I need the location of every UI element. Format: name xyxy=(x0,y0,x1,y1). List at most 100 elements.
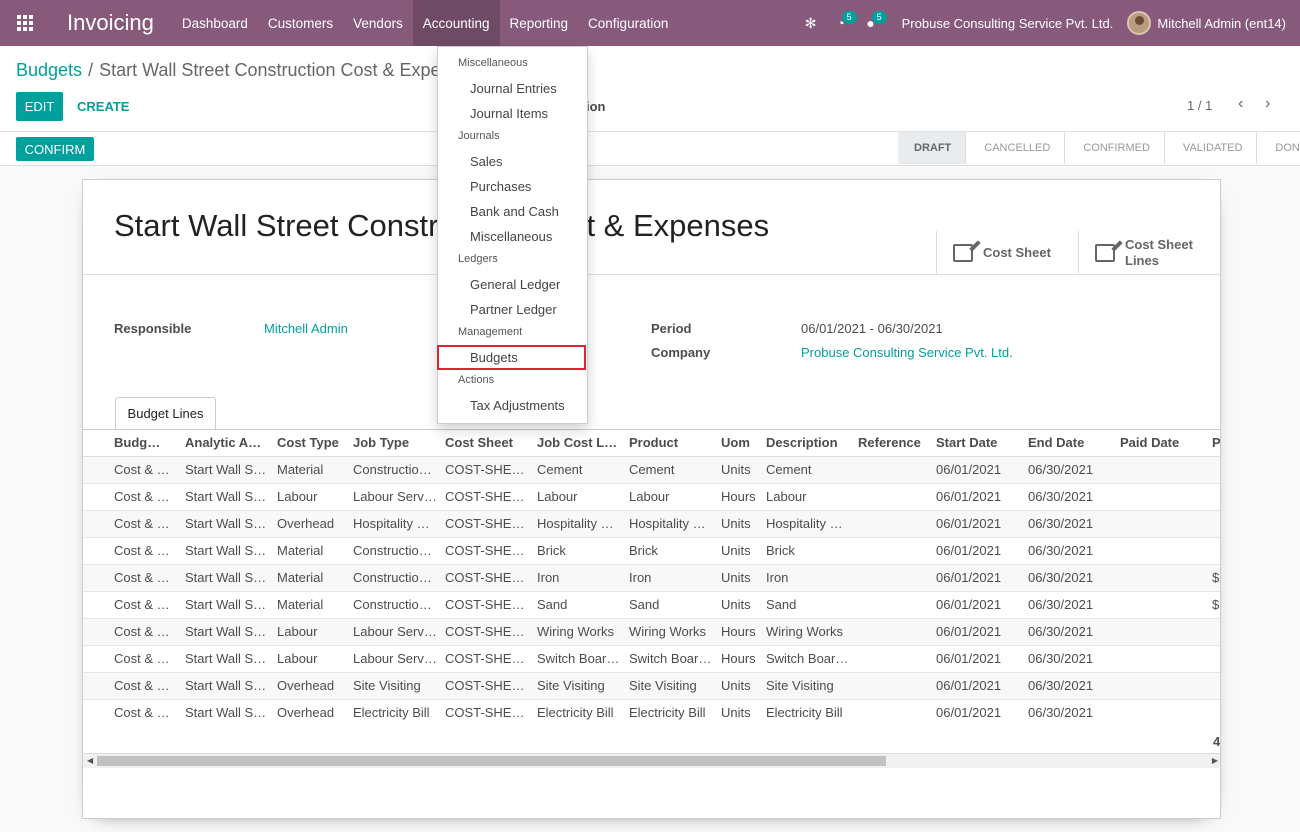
table-cell: Cost & … xyxy=(83,644,177,672)
dropdown-item-purchases[interactable]: Purchases xyxy=(470,179,531,194)
table-cell xyxy=(850,482,928,510)
cost-sheet-smart-button[interactable]: Cost Sheet xyxy=(936,231,1079,274)
table-cell: Labour xyxy=(621,482,713,510)
table-cell: Units xyxy=(713,563,758,591)
dropdown-item-journal-entries[interactable]: Journal Entries xyxy=(470,81,557,96)
table-cell xyxy=(850,509,928,537)
table-cell: Overhead xyxy=(269,509,345,537)
table-cell: Brick xyxy=(529,536,621,564)
apps-menu-icon[interactable] xyxy=(0,0,50,46)
column-header[interactable]: Reference xyxy=(850,430,928,457)
menu-vendors[interactable]: Vendors xyxy=(343,0,413,46)
company-label: Company xyxy=(651,345,711,360)
menu-customers[interactable]: Customers xyxy=(258,0,343,46)
table-row[interactable]: Cost & … Start Wall St… Labour Labour Servi… xyxy=(83,482,1220,510)
table-cell: Cost & … xyxy=(83,536,177,564)
status-validated[interactable]: VALIDATED xyxy=(1165,132,1258,164)
table-cell: Wiring Works xyxy=(621,617,713,645)
activities-clock-icon[interactable]: ◔ 5 xyxy=(826,0,857,46)
status-confirmed[interactable]: CONFIRMED xyxy=(1065,132,1165,164)
dropdown-item-miscellaneous[interactable]: Miscellaneous xyxy=(470,229,552,244)
dropdown-item-general-ledger[interactable]: General Ledger xyxy=(470,277,560,292)
dropdown-section-header: Miscellaneous xyxy=(458,57,528,69)
dropdown-item-journal-items[interactable]: Journal Items xyxy=(470,106,548,121)
table-cell: 06/30/2021 xyxy=(1020,671,1112,699)
column-header[interactable]: Cost Sheet xyxy=(437,430,529,457)
table-cell: Start Wall St… xyxy=(177,698,269,726)
tab-budget-lines[interactable]: Budget Lines xyxy=(115,397,216,430)
edit-button[interactable]: EDIT xyxy=(16,92,63,121)
column-header[interactable]: Product xyxy=(621,430,713,457)
table-cell: Site Visiting xyxy=(758,671,850,699)
dropdown-item-tax-adjustments[interactable]: Tax Adjustments xyxy=(470,398,565,413)
table-cell: Start Wall St… xyxy=(177,482,269,510)
table-cell: Brick xyxy=(758,536,850,564)
table-row[interactable]: Cost & … Start Wall St… Overhead Electricit… xyxy=(83,698,1220,726)
table-cell: Iron xyxy=(621,563,713,591)
dropdown-item-budgets[interactable]: Budgets xyxy=(470,350,518,365)
table-row[interactable]: Cost & … Start Wall St… Material Constructi… xyxy=(83,455,1220,483)
dropdown-item-sales[interactable]: Sales xyxy=(470,154,503,169)
column-header[interactable]: Job Type xyxy=(345,430,437,457)
user-name: Mitchell Admin (ent14) xyxy=(1157,15,1286,31)
table-cell: Hours xyxy=(713,644,758,672)
column-header[interactable]: Description xyxy=(758,430,850,457)
table-row[interactable]: Cost & … Start Wall St… Material Constructi… xyxy=(83,563,1220,591)
column-header[interactable]: Uom xyxy=(713,430,758,457)
pager-prev-icon[interactable]: ‹ xyxy=(1238,95,1243,113)
breadcrumb-budgets[interactable]: Budgets xyxy=(16,60,82,80)
dropdown-item-partner-ledger[interactable]: Partner Ledger xyxy=(470,302,557,317)
table-row[interactable]: Cost & … Start Wall St… Labour Labour Servi… xyxy=(83,644,1220,672)
table-cell xyxy=(1204,455,1220,483)
table-row[interactable]: Cost & … Start Wall St… Overhead Site Visit… xyxy=(83,671,1220,699)
table-row[interactable]: Cost & … Start Wall St… Material Constructi… xyxy=(83,536,1220,564)
column-header[interactable]: Pla xyxy=(1204,430,1220,457)
status-done[interactable]: DONE xyxy=(1257,132,1300,164)
column-header[interactable]: End Date xyxy=(1020,430,1112,457)
user-menu[interactable]: Mitchell Admin (ent14) xyxy=(1127,11,1300,35)
column-header[interactable]: Cost Type xyxy=(269,430,345,457)
menu-dashboard[interactable]: Dashboard xyxy=(172,0,258,46)
menu-reporting[interactable]: Reporting xyxy=(500,0,579,46)
table-cell xyxy=(850,590,928,618)
scroll-right-icon[interactable]: ▶ xyxy=(1212,756,1218,765)
scroll-thumb[interactable] xyxy=(97,756,886,766)
status-cancelled[interactable]: CANCELLED xyxy=(966,132,1066,164)
pager-value[interactable]: 1 / 1 xyxy=(1187,98,1212,113)
menu-accounting[interactable]: Accounting xyxy=(412,0,500,46)
table-cell xyxy=(1112,617,1204,645)
table-cell: Start Wall St… xyxy=(177,536,269,564)
table-cell: Units xyxy=(713,671,758,699)
table-cell: Start Wall St… xyxy=(177,617,269,645)
table-row[interactable]: Cost & … Start Wall St… Material Constructi… xyxy=(83,590,1220,618)
menu-configuration[interactable]: Configuration xyxy=(578,0,678,46)
status-draft[interactable]: DRAFT xyxy=(898,132,967,164)
table-row[interactable]: Cost & … Start Wall St… Labour Labour Servi… xyxy=(83,617,1220,645)
table-cell: Sand xyxy=(529,590,621,618)
create-button[interactable]: CREATE xyxy=(77,92,129,121)
partially-hidden-action[interactable]: ion xyxy=(586,99,606,114)
column-header[interactable]: Budg… xyxy=(83,430,177,457)
table-cell: Labour Servi… xyxy=(345,644,437,672)
responsible-value[interactable]: Mitchell Admin xyxy=(264,321,348,336)
horizontal-scrollbar[interactable]: ◀ ▶ xyxy=(83,753,1220,768)
column-header[interactable]: Paid Date xyxy=(1112,430,1204,457)
column-header[interactable]: Start Date xyxy=(928,430,1020,457)
company-switcher[interactable]: Probuse Consulting Service Pvt. Ltd. xyxy=(886,16,1128,31)
pager-next-icon[interactable]: › xyxy=(1265,95,1270,113)
column-header[interactable]: Analytic A… xyxy=(177,430,269,457)
app-brand[interactable]: Invoicing xyxy=(50,10,172,36)
table-row[interactable]: Cost & … Start Wall St… Overhead Hospitalit… xyxy=(83,509,1220,537)
scroll-left-icon[interactable]: ◀ xyxy=(87,756,93,765)
confirm-button[interactable]: CONFIRM xyxy=(16,137,94,161)
cost-sheet-lines-smart-button[interactable]: Cost Sheet Lines xyxy=(1078,231,1220,274)
dropdown-item-bank-and-cash[interactable]: Bank and Cash xyxy=(470,204,559,219)
table-cell: 06/30/2021 xyxy=(1020,698,1112,726)
debug-bug-icon[interactable]: ✻ xyxy=(796,0,826,46)
company-value[interactable]: Probuse Consulting Service Pvt. Ltd. xyxy=(801,345,1013,360)
messages-chat-icon[interactable]: ● 5 xyxy=(856,0,887,46)
form-sheet: Start Wall Street Constr t & Expenses Cos… xyxy=(82,179,1221,819)
table-cell: Cement xyxy=(621,455,713,483)
table-cell xyxy=(1112,590,1204,618)
column-header[interactable]: Job Cost L… xyxy=(529,430,621,457)
